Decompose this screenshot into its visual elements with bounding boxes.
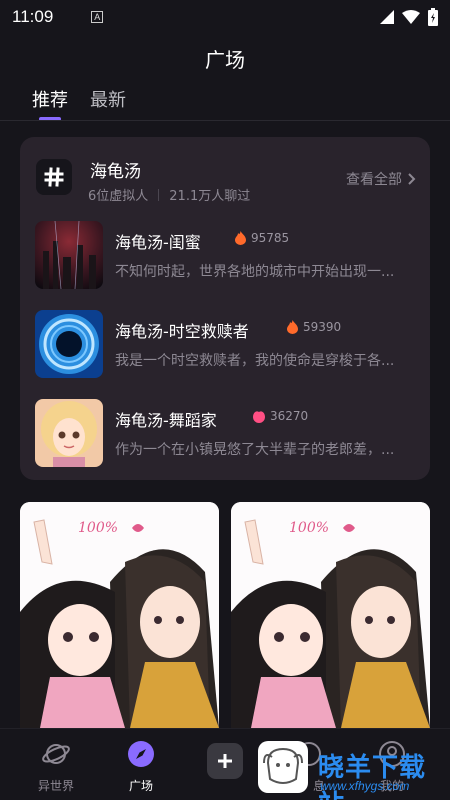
item-description: 我是一个时空救赎者，我的使命是穿梭于各... xyxy=(115,353,395,369)
bottom-nav: 异世界 广场 息 我的 晓羊下载站 www.xfhygs.com xyxy=(0,728,450,800)
art-caption: 100% xyxy=(78,520,118,536)
topic-card[interactable]: 海龟汤 6位虚拟人 21.1万人聊过 查看全部 海龟汤-闺蜜 95785 不知何… xyxy=(20,137,430,480)
see-all-label: 查看全部 xyxy=(346,172,402,188)
item-name: 海龟汤-舞蹈家 xyxy=(115,411,217,430)
watermark-url: www.xfhygs.com xyxy=(320,779,410,793)
list-item[interactable]: 海龟汤-时空救赎者 59390 我是一个时空救赎者，我的使命是穿梭于各... xyxy=(35,310,415,378)
wifi-icon xyxy=(402,10,420,24)
thumbnail-portal xyxy=(35,310,103,378)
topic-stats: 6位虚拟人 21.1万人聊过 xyxy=(88,185,250,204)
art-caption: 100% xyxy=(289,520,329,536)
artwork-card[interactable]: 100% xyxy=(231,502,430,728)
nav-item-other-world[interactable]: 异世界 xyxy=(26,739,86,794)
plus-icon xyxy=(218,754,232,768)
heat-count: 59390 xyxy=(287,320,341,334)
list-item[interactable]: 海龟汤-闺蜜 95785 不知何时起，世界各地的城市中开始出现一... xyxy=(35,221,415,289)
item-description: 不知何时起，世界各地的城市中开始出现一... xyxy=(115,264,395,280)
signal-icon xyxy=(380,10,394,24)
chevron-right-icon xyxy=(408,173,416,185)
topic-title: 海龟汤 xyxy=(90,162,141,182)
item-description: 作为一个在小镇晃悠了大半辈子的老郎差，... xyxy=(115,442,395,458)
flame-icon xyxy=(287,320,298,334)
hashtag-icon xyxy=(36,159,72,195)
status-time: 11:09 xyxy=(12,7,54,26)
item-name: 海龟汤-时空救赎者 xyxy=(115,322,249,341)
heat-count: 36270 xyxy=(253,409,308,423)
flame-icon xyxy=(235,231,246,245)
stats-divider xyxy=(158,188,160,201)
heat-count: 95785 xyxy=(235,231,289,245)
planet-icon xyxy=(42,744,70,764)
compass-icon xyxy=(128,741,154,767)
notification-icon: A xyxy=(91,11,104,23)
tab-latest[interactable]: 最新 xyxy=(90,86,126,112)
heat-value: 95785 xyxy=(251,231,290,245)
tab-bar: 推荐 最新 xyxy=(32,86,126,121)
nav-label: 广场 xyxy=(128,779,153,793)
battery-icon xyxy=(428,8,438,26)
page-title: 广场 xyxy=(205,48,245,72)
list-item[interactable]: 海龟汤-舞蹈家 36270 作为一个在小镇晃悠了大半辈子的老郎差，... xyxy=(35,399,415,467)
item-name: 海龟汤-闺蜜 xyxy=(115,233,201,252)
see-all-button[interactable]: 查看全部 xyxy=(346,169,416,189)
heat-value: 36270 xyxy=(270,409,309,423)
nav-item-plaza[interactable]: 广场 xyxy=(111,739,171,794)
nav-label: 异世界 xyxy=(37,779,74,793)
topic-card-header: 海龟汤 6位虚拟人 21.1万人聊过 查看全部 xyxy=(36,157,416,207)
virtual-count: 6位虚拟人 xyxy=(88,189,149,204)
artwork-card[interactable]: 100% xyxy=(20,502,219,728)
chat-count: 21.1万人聊过 xyxy=(169,189,251,204)
heat-value: 59390 xyxy=(303,320,342,334)
status-icons xyxy=(380,8,438,26)
status-bar: 11:09 A xyxy=(0,0,450,34)
watermark-logo xyxy=(258,741,308,793)
create-button[interactable] xyxy=(207,743,243,779)
tab-recommended[interactable]: 推荐 xyxy=(32,86,68,121)
thumbnail-city xyxy=(35,221,103,289)
tabs-divider xyxy=(0,120,450,121)
thumbnail-dancer xyxy=(35,399,103,467)
peach-icon xyxy=(253,410,265,423)
